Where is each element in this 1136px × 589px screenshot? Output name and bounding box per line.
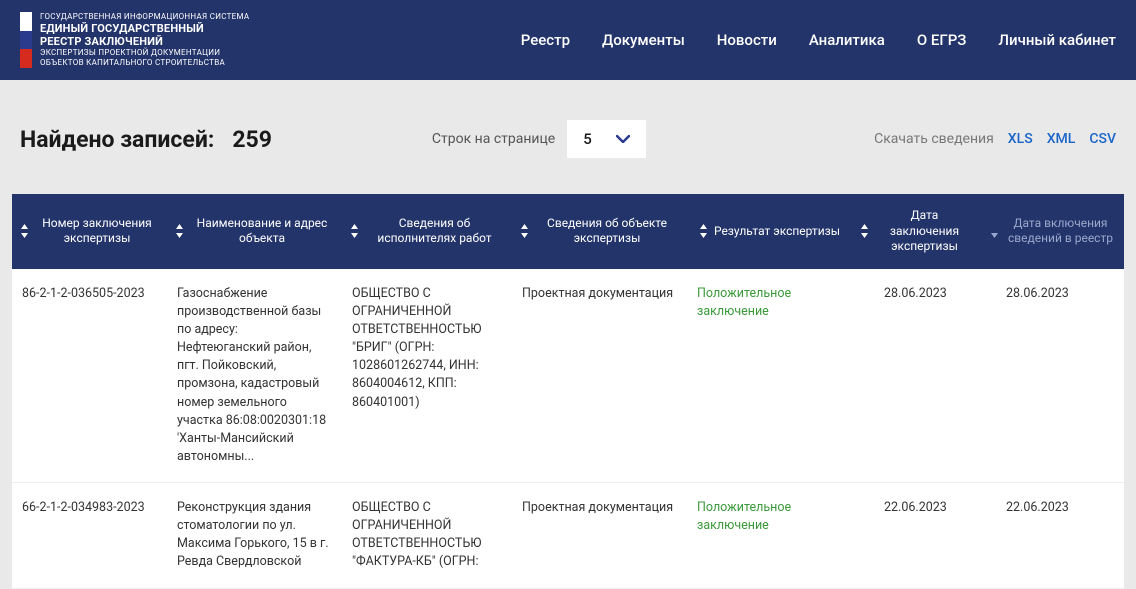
col-header-result[interactable]: Результат экспертизы <box>687 194 852 269</box>
logo-line-4: ЭКСПЕРТИЗЫ ПРОЕКТНОЙ ДОКУМЕНТАЦИИ <box>40 48 249 58</box>
rows-per-page-block: Строк на странице 5 <box>432 120 646 158</box>
nav-about[interactable]: О ЕГРЗ <box>917 31 967 49</box>
nav-registry[interactable]: Реестр <box>521 31 570 49</box>
col-header-object[interactable]: Сведения об объекте экспертизы <box>512 194 687 269</box>
found-records-label: Найдено записей: <box>20 126 214 153</box>
cell-date-inclusion: 28.06.2023 <box>982 269 1124 482</box>
col-header-date-inclusion-label: Дата включения сведений в реестр <box>1005 216 1116 247</box>
cell-executor: ОБЩЕСТВО С ОГРАНИЧЕННОЙ ОТВЕТСТВЕННОСТЬЮ… <box>342 269 512 482</box>
download-csv-link[interactable]: CSV <box>1089 131 1116 147</box>
download-block: Скачать сведения XLS XML CSV <box>874 131 1116 147</box>
sort-icon <box>520 224 529 238</box>
col-header-executor-label: Сведения об исполнителях работ <box>365 216 504 247</box>
rows-per-page-label: Строк на странице <box>432 131 555 147</box>
cell-result: Положительное заключение <box>687 269 852 482</box>
cell-date-conclusion: 22.06.2023 <box>852 483 982 588</box>
chevron-down-icon <box>616 135 630 143</box>
sort-icon <box>350 224 359 238</box>
col-header-date-conclusion-label: Дата заключения экспертизы <box>875 208 974 255</box>
logo-line-3: РЕЕСТР ЗАКЛЮЧЕНИЙ <box>40 35 249 48</box>
logo-block[interactable]: ГОСУДАРСТВЕННАЯ ИНФОРМАЦИОННАЯ СИСТЕМА Е… <box>20 12 249 68</box>
flag-icon <box>20 12 32 68</box>
cell-executor: ОБЩЕСТВО С ОГРАНИЧЕННОЙ ОТВЕТСТВЕННОСТЬЮ… <box>342 483 512 588</box>
col-header-name[interactable]: Наименование и адрес объекта <box>167 194 342 269</box>
cell-number: 86-2-1-2-036505-2023 <box>12 269 167 482</box>
rows-per-page-value: 5 <box>583 130 592 148</box>
results-table: Номер заключения экспертизы Наименование… <box>12 194 1124 589</box>
nav-analytics[interactable]: Аналитика <box>809 31 885 49</box>
cell-date-conclusion: 28.06.2023 <box>852 269 982 482</box>
app-header: ГОСУДАРСТВЕННАЯ ИНФОРМАЦИОННАЯ СИСТЕМА Е… <box>0 0 1136 80</box>
sort-icon <box>990 224 999 238</box>
sort-icon <box>860 224 869 238</box>
nav-documents[interactable]: Документы <box>602 31 685 49</box>
col-header-date-conclusion[interactable]: Дата заключения экспертизы <box>852 194 982 269</box>
nav-news[interactable]: Новости <box>717 31 777 49</box>
col-header-executor[interactable]: Сведения об исполнителях работ <box>342 194 512 269</box>
main-nav: Реестр Документы Новости Аналитика О ЕГР… <box>521 31 1116 49</box>
sort-icon <box>20 224 29 238</box>
table-row[interactable]: 86-2-1-2-036505-2023 Газоснабжение произ… <box>12 269 1124 483</box>
found-records-count: 259 <box>232 126 272 153</box>
cell-name: Реконструкция здания стоматологии по ул.… <box>167 483 342 588</box>
cell-date-inclusion: 22.06.2023 <box>982 483 1124 588</box>
cell-number: 66-2-1-2-034983-2023 <box>12 483 167 588</box>
logo-line-5: ОБЪЕКТОВ КАПИТАЛЬНОГО СТРОИТЕЛЬСТВА <box>40 58 249 68</box>
rows-per-page-select[interactable]: 5 <box>567 120 646 158</box>
download-xml-link[interactable]: XML <box>1047 131 1076 147</box>
nav-account[interactable]: Личный кабинет <box>998 31 1116 49</box>
col-header-number[interactable]: Номер заключения экспертизы <box>12 194 167 269</box>
table-row[interactable]: 66-2-1-2-034983-2023 Реконструкция здани… <box>12 483 1124 589</box>
download-label: Скачать сведения <box>874 131 994 147</box>
col-header-name-label: Наименование и адрес объекта <box>190 216 334 247</box>
table-header-row: Номер заключения экспертизы Наименование… <box>12 194 1124 269</box>
logo-line-1: ГОСУДАРСТВЕННАЯ ИНФОРМАЦИОННАЯ СИСТЕМА <box>40 12 249 22</box>
sort-icon <box>699 224 708 238</box>
logo-line-2: ЕДИНЫЙ ГОСУДАРСТВЕННЫЙ <box>40 22 249 35</box>
col-header-date-inclusion[interactable]: Дата включения сведений в реестр <box>982 194 1124 269</box>
controls-bar: Найдено записей: 259 Строк на странице 5… <box>0 80 1136 182</box>
cell-object: Проектная документация <box>512 483 687 588</box>
sort-icon <box>175 224 184 238</box>
download-xls-link[interactable]: XLS <box>1008 131 1033 147</box>
col-header-result-label: Результат экспертизы <box>714 224 840 240</box>
logo-text: ГОСУДАРСТВЕННАЯ ИНФОРМАЦИОННАЯ СИСТЕМА Е… <box>40 12 249 67</box>
col-header-number-label: Номер заключения экспертизы <box>35 216 159 247</box>
table-body: 86-2-1-2-036505-2023 Газоснабжение произ… <box>12 269 1124 589</box>
cell-result: Положительное заключение <box>687 483 852 588</box>
col-header-object-label: Сведения об объекте экспертизы <box>535 216 679 247</box>
cell-object: Проектная документация <box>512 269 687 482</box>
cell-name: Газоснабжение производственной базы по а… <box>167 269 342 482</box>
